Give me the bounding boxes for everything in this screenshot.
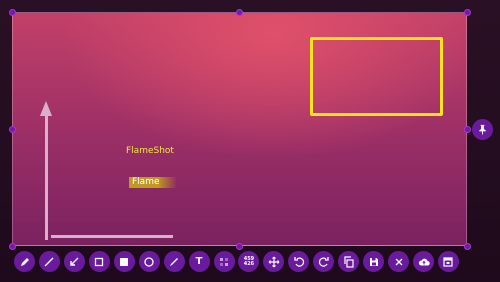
pixelate-icon: [220, 257, 228, 266]
resize-handle-left[interactable]: [9, 126, 16, 133]
line-icon: [44, 257, 54, 266]
undo-icon: [294, 256, 304, 267]
text-icon: T: [195, 255, 203, 267]
marker-button[interactable]: [163, 251, 185, 272]
app-launcher-button[interactable]: [437, 251, 459, 272]
pin-icon: [479, 124, 486, 135]
redo-button[interactable]: [313, 251, 335, 272]
selection-size-icon: 459 426: [243, 255, 255, 267]
app-launcher-icon: [443, 256, 454, 267]
drawn-text-annotation[interactable]: FlameShot: [126, 146, 174, 156]
text-button[interactable]: T: [188, 251, 210, 272]
resize-handle-bottom[interactable]: [236, 243, 243, 250]
exit-button[interactable]: [388, 251, 410, 272]
resize-handle-bottom-right[interactable]: [464, 243, 471, 250]
arrow-icon: [70, 257, 79, 266]
move-button[interactable]: [263, 251, 285, 272]
resize-handle-top-left[interactable]: [9, 9, 16, 16]
move-icon: [268, 256, 280, 267]
pixelate-button[interactable]: [213, 251, 235, 272]
filled-rectangle-icon: [120, 257, 129, 266]
capture-selection-area[interactable]: FlameShot Flame: [12, 12, 467, 246]
toolbar: T 459 426: [14, 251, 459, 273]
circle-button[interactable]: [138, 251, 160, 272]
pencil-icon: [20, 257, 29, 266]
resize-handle-bottom-left[interactable]: [9, 243, 16, 250]
redo-icon: [318, 256, 329, 267]
resize-handle-top-right[interactable]: [464, 9, 471, 16]
pin-button[interactable]: [472, 119, 493, 140]
line-button[interactable]: [38, 251, 60, 272]
save-icon: [369, 257, 378, 266]
arrow-button[interactable]: [63, 251, 85, 272]
pencil-button[interactable]: [14, 251, 35, 272]
filled-rectangle-button[interactable]: [113, 251, 135, 272]
copy-button[interactable]: [338, 251, 360, 272]
resize-handle-right[interactable]: [464, 126, 471, 133]
upload-icon: [418, 258, 430, 265]
resize-handle-top[interactable]: [236, 9, 243, 16]
marker-highlight-annotation[interactable]: Flame: [129, 177, 177, 188]
drawn-line[interactable]: [51, 235, 173, 238]
close-icon: [395, 258, 403, 265]
marker-icon: [170, 257, 179, 266]
circle-icon: [144, 256, 154, 267]
rectangle-icon: [95, 257, 104, 266]
undo-button[interactable]: [288, 251, 310, 272]
save-button[interactable]: [363, 251, 385, 272]
copy-icon: [344, 255, 354, 268]
drawn-rectangle[interactable]: [310, 37, 443, 116]
drawn-arrow-line[interactable]: [45, 113, 48, 240]
selection-size-button[interactable]: 459 426: [238, 251, 260, 272]
rectangle-button[interactable]: [88, 251, 110, 272]
upload-button[interactable]: [413, 251, 434, 272]
